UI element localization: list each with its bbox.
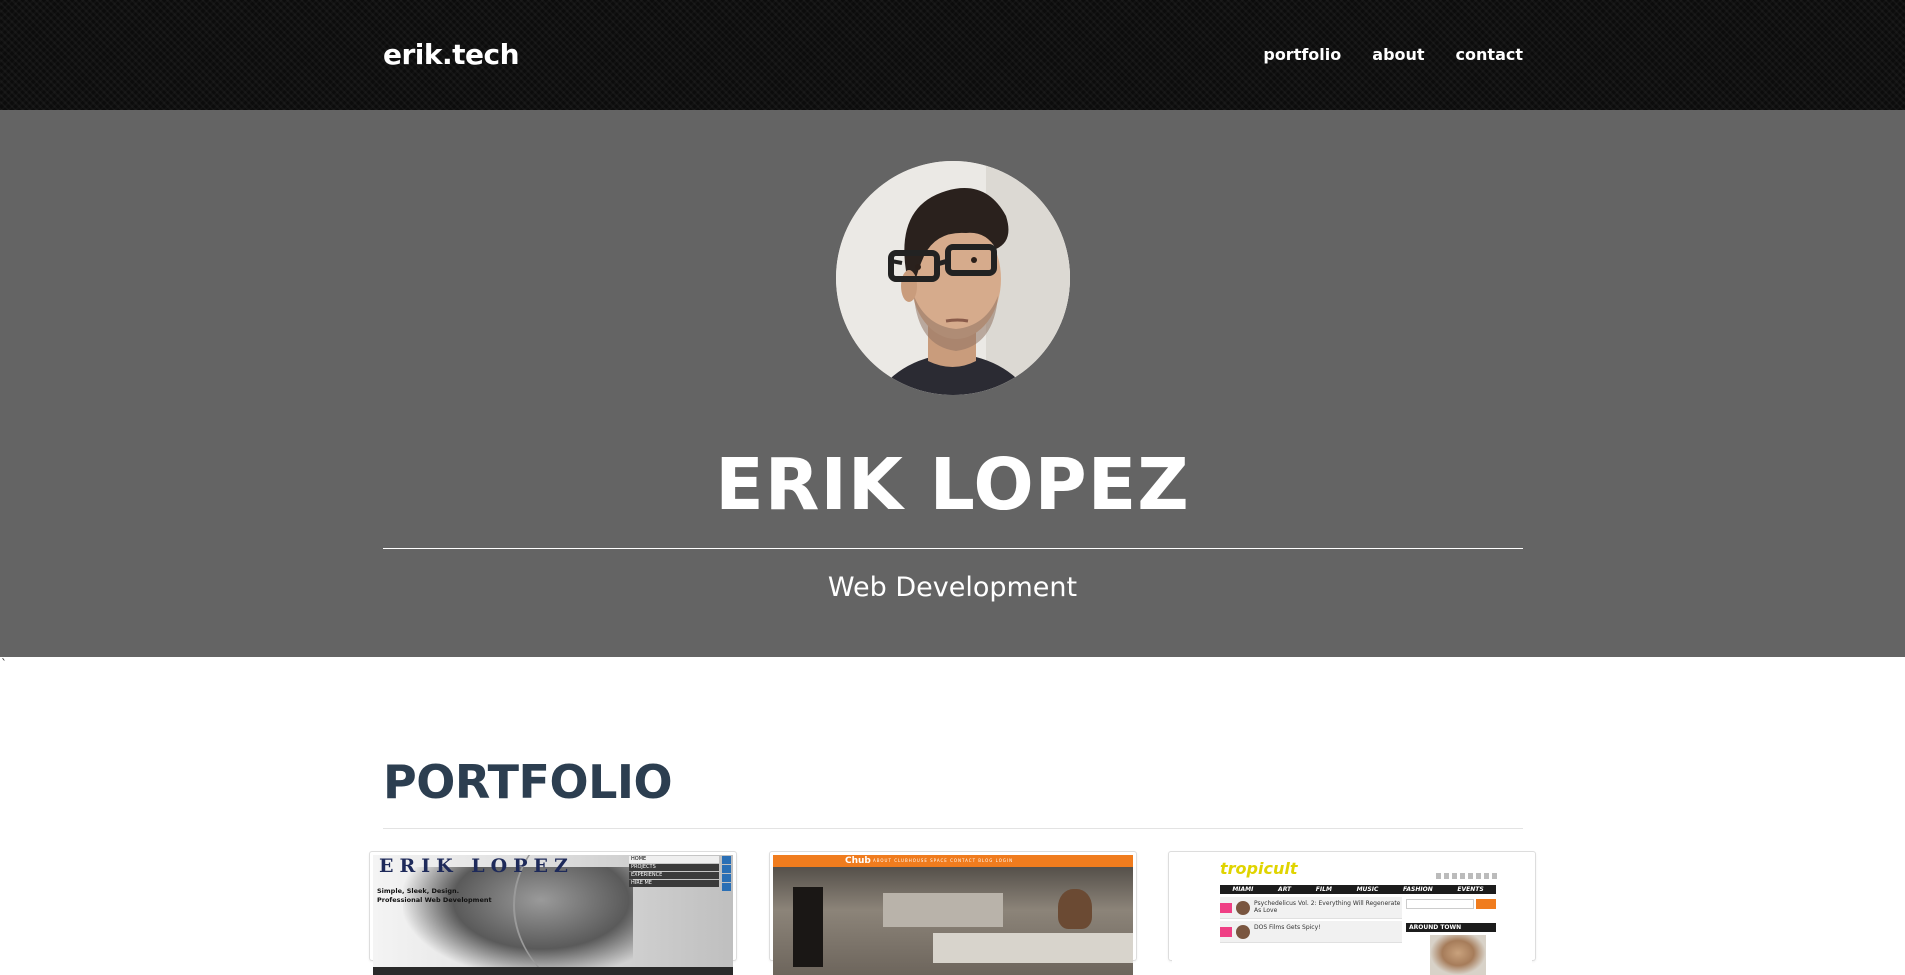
portfolio-thumbnail: ERIK LOPEZ Simple, Sleek, Design. Profes… [373, 855, 733, 975]
thumb-tagline-1: Simple, Sleek, Design. [377, 887, 460, 895]
portfolio-item-chub[interactable]: Chub ABOUT CLUBHOUSE SPACE CONTACT BLOG … [769, 851, 1137, 975]
thumb-menu-item: HIRE ME [629, 880, 719, 887]
thumb-post-row: Psychedelicus Vol. 2: Everything Will Re… [1220, 897, 1402, 919]
github-icon [722, 883, 731, 891]
portfolio-heading: PORTFOLIO [383, 755, 673, 809]
thumb-menu-item: PROJECTS [629, 864, 719, 871]
thumb-nav-item: MUSIC [1356, 886, 1379, 893]
portfolio-item-erik-lopez[interactable]: ERIK LOPEZ Simple, Sleek, Design. Profes… [369, 851, 737, 975]
thumb-social-icons [722, 856, 731, 892]
thumb-nav-item: FASHION [1403, 886, 1433, 893]
thumb-nav-text: ABOUT CLUBHOUSE SPACE CONTACT BLOG LOGIN [873, 858, 1014, 863]
kitchen-scene-image [773, 867, 1133, 975]
linkedin-icon [722, 865, 731, 873]
thumb-tagline: Simple, Sleek, Design. Professional Web … [377, 887, 492, 905]
thumb-title: ERIK LOPEZ [379, 855, 574, 877]
nav-link-contact[interactable]: contact [1456, 44, 1523, 66]
thumb-nav-item: ART [1278, 886, 1292, 893]
profile-avatar [836, 161, 1070, 395]
post-title: Psychedelicus Vol. 2: Everything Will Re… [1254, 900, 1401, 914]
thumb-nav-item: FILM [1315, 886, 1332, 893]
portfolio-thumbnail: Chub ABOUT CLUBHOUSE SPACE CONTACT BLOG … [773, 855, 1133, 975]
thumb-social-icons [1436, 873, 1498, 879]
thumb-sidebar-heading: AROUND TOWN [1406, 923, 1496, 932]
main-nav: portfolio about contact [1263, 44, 1523, 66]
portfolio-item-tropicult[interactable]: tropicult MIAMI ART FILM MUSIC FASHION E… [1168, 851, 1536, 975]
brand-logo-link[interactable]: erik.tech [383, 37, 520, 73]
thumb-post-row: DOS Films Gets Spicy! [1220, 921, 1402, 943]
post-badge [1220, 903, 1232, 913]
top-navbar: erik.tech portfolio about contact [0, 0, 1905, 110]
post-thumbnail [1236, 901, 1250, 915]
hero-subtitle: Web Development [827, 572, 1078, 603]
thumb-search-input [1406, 899, 1474, 909]
nav-link-portfolio[interactable]: portfolio [1263, 44, 1341, 66]
portfolio-thumbnail: tropicult MIAMI ART FILM MUSIC FASHION E… [1172, 855, 1532, 975]
thumb-nav-item: EVENTS [1457, 886, 1484, 893]
thumb-sidebar-photo [1430, 935, 1486, 975]
thumb-menu: HOME PROJECTS EXPERIENCE HIRE ME [629, 856, 719, 888]
thumb-logo: Chub [845, 856, 871, 866]
thumb-menu-item: EXPERIENCE [629, 872, 719, 879]
thumb-nav-bar: MIAMI ART FILM MUSIC FASHION EVENTS [1220, 885, 1496, 894]
scene-door [793, 887, 823, 967]
thumb-search-button [1476, 899, 1496, 909]
scene-counter [933, 933, 1133, 963]
nav-link-about[interactable]: about [1372, 44, 1424, 66]
thumb-menu-item: HOME [629, 856, 719, 863]
hero-section: ERIK LOPEZ Web Development [0, 110, 1905, 657]
scene-cabinet [883, 893, 1003, 927]
hero-divider [383, 548, 1523, 549]
post-thumbnail [1236, 925, 1250, 939]
thumb-logo: tropicult [1220, 859, 1298, 878]
post-title: DOS Films Gets Spicy! [1254, 924, 1321, 931]
hero-name: ERIK LOPEZ [715, 443, 1190, 526]
scene-person [1058, 889, 1092, 929]
thumb-footer-bar [373, 967, 733, 975]
stray-text: ` [1, 657, 7, 671]
portfolio-divider [383, 828, 1523, 829]
post-badge [1220, 927, 1232, 937]
twitter-icon [722, 874, 731, 882]
profile-photo-icon [836, 161, 1070, 395]
facebook-icon [722, 856, 731, 864]
thumb-tagline-2: Professional Web Development [377, 896, 492, 904]
thumb-nav-item: MIAMI [1232, 886, 1254, 893]
